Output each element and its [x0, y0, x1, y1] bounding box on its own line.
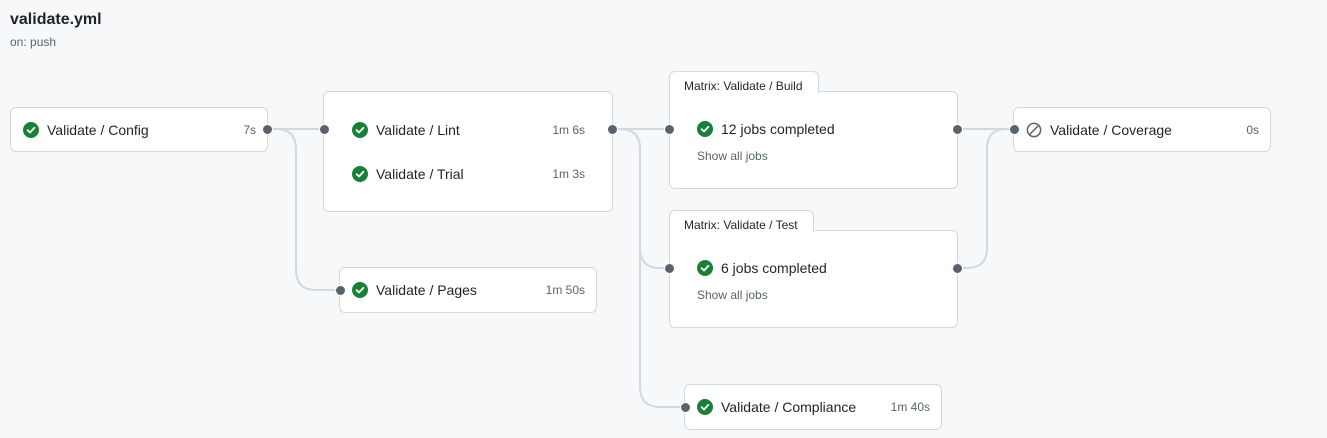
job-group-lint-trial: Validate / Lint 1m 6s Validate / Trial 1… [323, 91, 613, 212]
job-duration: 1m 40s [890, 400, 930, 414]
job-duration: 7s [243, 123, 256, 137]
matrix-summary-text: 12 jobs completed [721, 121, 835, 137]
workflow-trigger: on: push [10, 35, 57, 49]
job-name: Validate / Lint [376, 122, 460, 138]
connector-dot-build-out [952, 124, 963, 135]
edge-lint-test [612, 128, 669, 269]
check-circle-icon [352, 122, 368, 138]
matrix-summary-text: 6 jobs completed [721, 260, 827, 276]
connector-dot-config-out [262, 124, 273, 135]
connector-dot-coverage-in [1009, 124, 1020, 135]
job-duration: 0s [1246, 123, 1259, 137]
check-circle-icon [697, 399, 713, 415]
matrix-build-summary[interactable]: 12 jobs completed [697, 118, 897, 140]
connector-dot-lint-out [607, 124, 618, 135]
check-circle-icon [352, 166, 368, 182]
dependency-edges [267, 128, 1014, 408]
job-pages[interactable]: Validate / Pages 1m 50s [352, 279, 585, 301]
check-circle-icon [697, 121, 713, 137]
job-name: Validate / Compliance [721, 399, 857, 415]
connector-dot-pages-in [335, 285, 346, 296]
matrix-test-summary[interactable]: 6 jobs completed [697, 257, 897, 279]
workflow-title: validate.yml [10, 11, 102, 28]
show-all-jobs-link[interactable]: Show all jobs [697, 149, 768, 163]
job-card-pages: Validate / Pages 1m 50s [339, 267, 597, 313]
job-compliance[interactable]: Validate / Compliance 1m 40s [697, 396, 930, 418]
matrix-card-test: 6 jobs completed Show all jobs [669, 230, 958, 328]
connector-dot-test-in [664, 263, 675, 274]
job-card-coverage: Validate / Coverage 0s [1013, 107, 1271, 152]
job-trial[interactable]: Validate / Trial 1m 3s [352, 163, 585, 185]
job-name: Validate / Trial [376, 166, 464, 182]
matrix-build-title: Matrix: Validate / Build [669, 71, 819, 93]
check-circle-icon [697, 260, 713, 276]
show-all-jobs-link[interactable]: Show all jobs [697, 288, 768, 302]
check-circle-icon [352, 282, 368, 298]
connector-dot-test-out [952, 263, 963, 274]
matrix-test-title: Matrix: Validate / Test [669, 210, 814, 232]
skip-icon [1026, 122, 1042, 138]
job-name: Validate / Pages [376, 282, 477, 298]
job-card-compliance: Validate / Compliance 1m 40s [684, 384, 942, 430]
connector-dot-build-in [664, 124, 675, 135]
matrix-card-build: 12 jobs completed Show all jobs [669, 91, 958, 189]
job-card-config: Validate / Config 7s [10, 107, 268, 152]
job-coverage[interactable]: Validate / Coverage 0s [1026, 119, 1259, 141]
job-config[interactable]: Validate / Config 7s [23, 119, 256, 141]
job-duration: 1m 50s [545, 283, 585, 297]
job-lint[interactable]: Validate / Lint 1m 6s [352, 119, 585, 141]
edge-test-coverage [957, 128, 1014, 269]
job-name: Validate / Coverage [1050, 122, 1172, 138]
job-name: Validate / Config [47, 122, 149, 138]
connector-dot-lint-in [319, 124, 330, 135]
connector-dot-compliance-in [680, 402, 691, 413]
job-duration: 1m 6s [552, 123, 585, 137]
check-circle-icon [23, 122, 39, 138]
job-duration: 1m 3s [552, 167, 585, 181]
